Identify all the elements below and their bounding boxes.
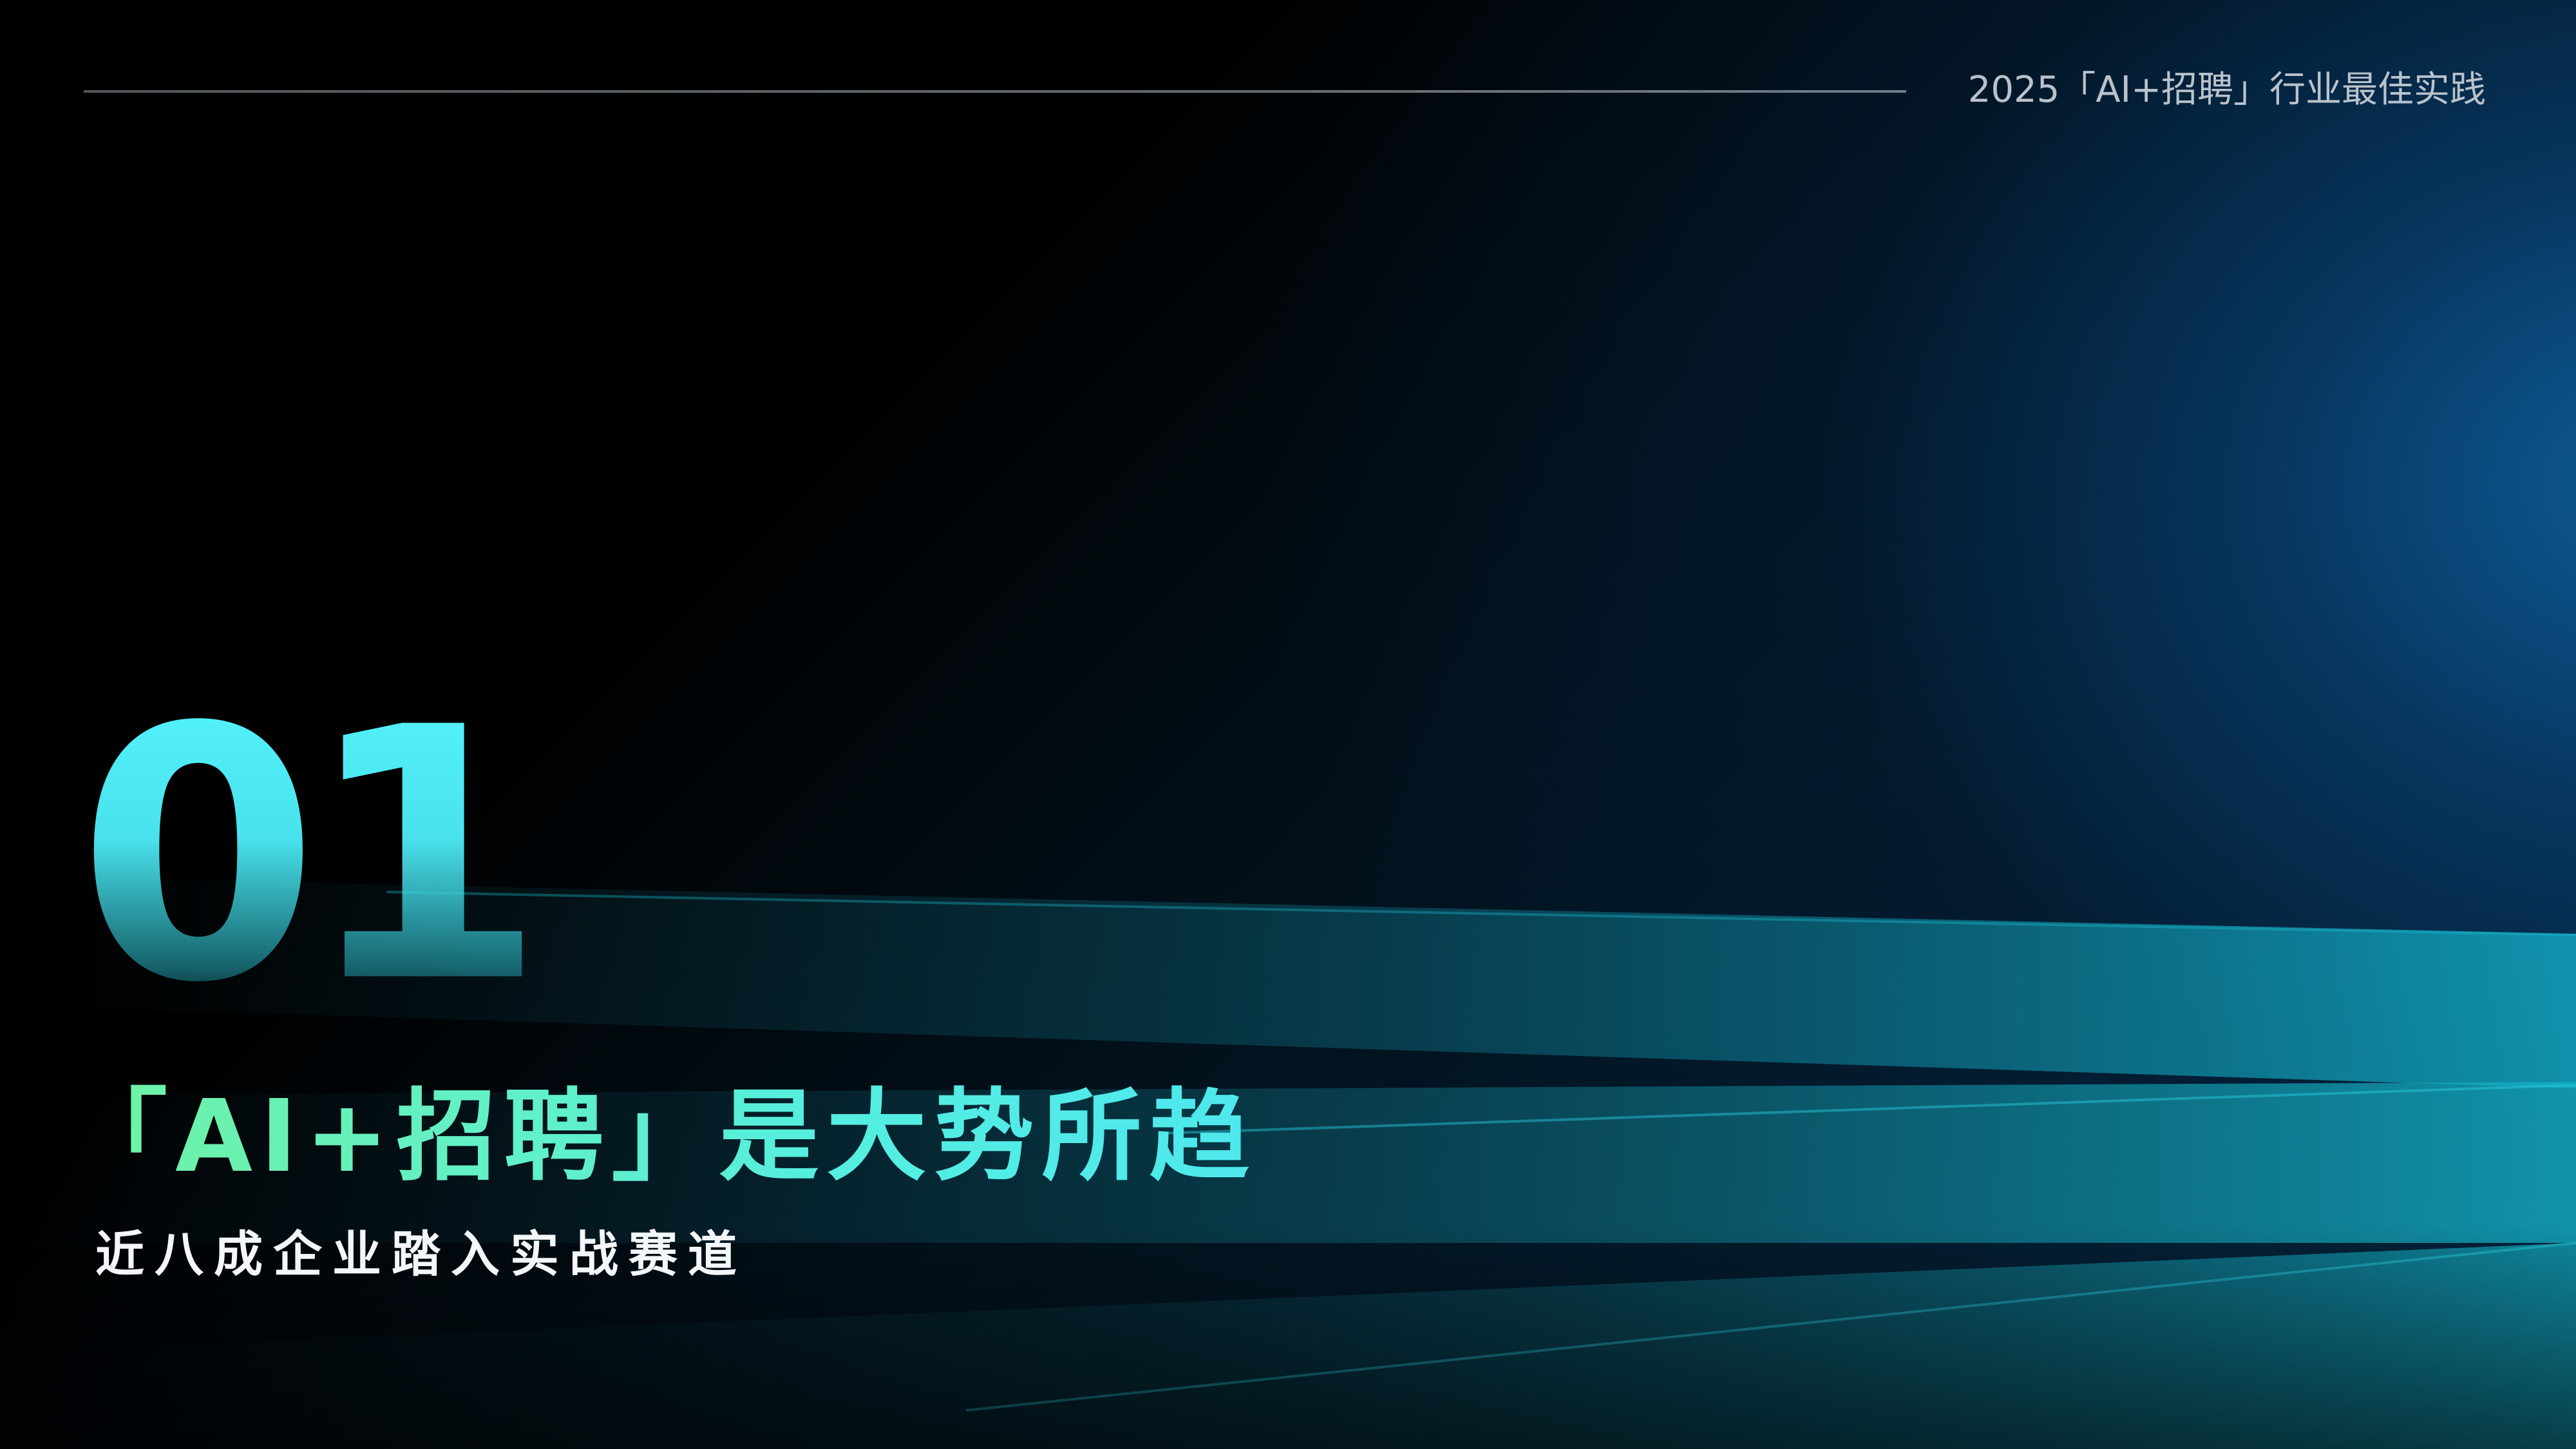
- header-report-title: 2025「AI+招聘」行业最佳实践: [1967, 69, 2486, 111]
- header-divider-line: [84, 90, 1906, 93]
- section-title: 「AI+招聘」是大势所趋: [68, 1075, 1257, 1198]
- slide: 2025「AI+招聘」行业最佳实践 01 「AI+招聘」是大势所趋 近八成企业踏…: [0, 0, 2576, 1449]
- section-number: 01: [77, 654, 545, 1059]
- section-subtitle: 近八成企业踏入实战赛道: [95, 1226, 747, 1283]
